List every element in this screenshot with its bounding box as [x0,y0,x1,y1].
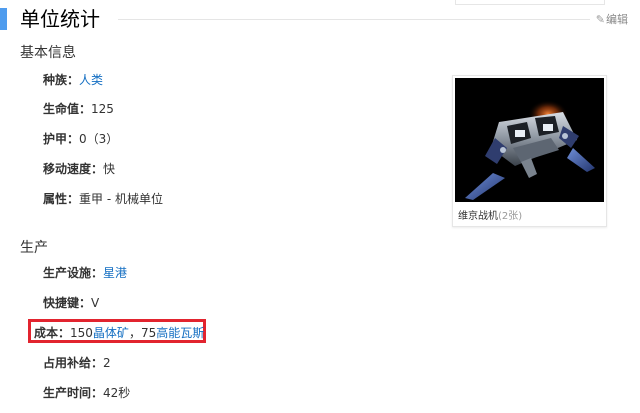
cost-row: 成本：150晶体矿，75高能瓦斯 [34,324,204,341]
section-header: 单位统计 ✎编辑 [0,6,630,32]
race-link[interactable]: 人类 [79,73,103,87]
section-divider [118,19,590,20]
viking-fighter-illustration [455,78,604,202]
armor-value: 0（3） [79,132,119,146]
attributes-label: 属性： [43,192,80,206]
facility-row: 生产设施：星港 [43,264,127,281]
supply-row: 占用补给：2 [43,354,111,371]
unit-figure-card[interactable]: 维京战机(2张) [452,75,607,227]
production-heading: 生产 [20,240,48,256]
figure-caption: 维京战机(2张) [458,207,522,222]
pencil-icon: ✎ [595,13,605,26]
hp-label: 生命值： [43,102,92,116]
hotkey-label: 快捷键： [43,296,92,310]
figure-caption-text: 维京战机 [458,211,498,222]
minerals-amount: 150 [70,326,93,340]
speed-value: 快 [103,162,116,176]
race-label: 种族： [43,73,80,87]
edit-label: 编辑 [606,13,628,26]
armor-label: 护甲： [43,132,80,146]
time-label: 生产时间： [43,386,104,400]
time-row: 生产时间：42秒 [43,384,130,401]
figure-count: (2张) [498,211,523,222]
hotkey-value: V [91,296,100,310]
unit-image[interactable] [455,78,604,202]
section-accent-bar [0,8,7,30]
section-title: 单位统计 [20,7,100,31]
hp-row: 生命值：125 [43,100,114,117]
hotkey-row: 快捷键：V [43,294,99,311]
edit-button[interactable]: ✎编辑 [596,11,628,27]
speed-label: 移动速度： [43,162,104,176]
minerals-link[interactable]: 晶体矿 [93,326,129,340]
cost-separator: ， [128,326,141,340]
gas-amount: 75 [140,326,157,340]
speed-row: 移动速度：快 [43,160,115,177]
gas-link[interactable]: 高能瓦斯 [156,326,204,340]
facility-label: 生产设施： [43,266,104,280]
cost-label: 成本： [34,326,71,340]
supply-value: 2 [103,356,111,370]
previous-card-edge [455,0,605,5]
armor-row: 护甲：0（3） [43,130,118,147]
hp-value: 125 [91,102,114,116]
attributes-value: 重甲 - 机械单位 [79,192,163,206]
attributes-row: 属性：重甲 - 机械单位 [43,190,163,207]
time-value: 42秒 [103,386,131,400]
basic-info-heading: 基本信息 [20,45,76,61]
supply-label: 占用补给： [43,356,104,370]
facility-link[interactable]: 星港 [103,266,127,280]
race-row: 种族：人类 [43,71,103,88]
